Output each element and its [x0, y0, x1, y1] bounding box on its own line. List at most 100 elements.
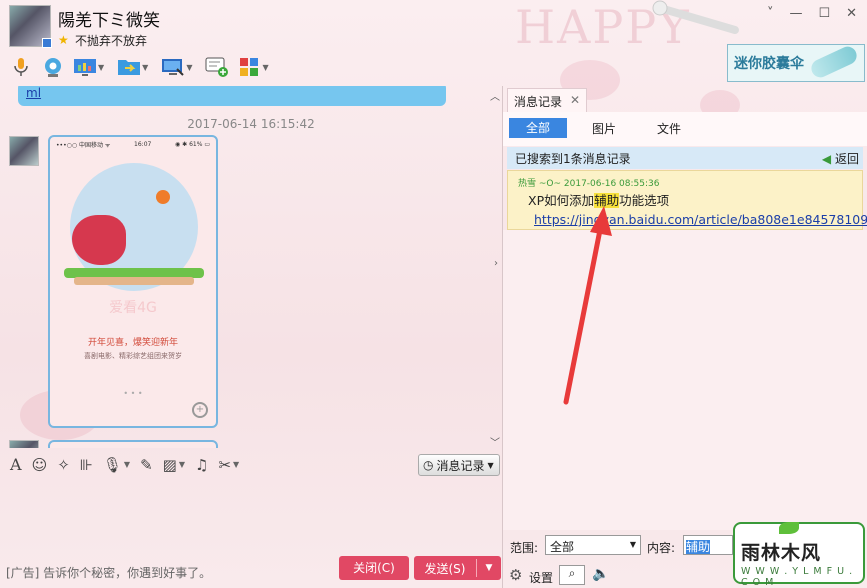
chevron-down-icon[interactable]: ▼ — [262, 63, 268, 72]
decorative-pin-icon — [652, 0, 739, 34]
ad-banner-text: 迷你胶囊伞 — [734, 56, 804, 72]
keyword-highlight: 辅助 — [594, 193, 620, 208]
apps-icon[interactable] — [236, 54, 262, 80]
record-text: XP如何添加辅助功能选项 https://jingyan.baidu.com/ar… — [528, 191, 867, 229]
avatar[interactable] — [9, 440, 39, 448]
range-select[interactable]: 全部 ▼ — [545, 535, 641, 555]
back-arrow-icon: ◀ — [821, 152, 832, 166]
range-value: 全部 — [550, 540, 575, 554]
record-text-after: 功能选项 — [619, 193, 670, 208]
history-label: 消息记录 — [436, 458, 485, 473]
promo-headline: 开年见喜，爆笑迎新年 — [87, 338, 178, 348]
record-meta: 热雪 ~O~ 2017-06-16 08:55:36 — [518, 179, 660, 189]
chat-toolbar: ▼ ▼ ▼ ▼ — [8, 54, 275, 80]
file-transfer-icon[interactable] — [116, 54, 142, 80]
close-button[interactable]: 关闭(C) — [339, 556, 409, 580]
message-link[interactable]: ml — [26, 86, 41, 100]
ground-strip — [74, 277, 194, 285]
site-watermark-logo: 雨林木风 W W W . Y L M F U . C O M — [733, 522, 865, 588]
chevron-down-icon[interactable]: ▼ — [186, 63, 192, 72]
voice-message-icon[interactable]: 🎙 — [103, 456, 122, 474]
search-result-summary: 已搜索到1条消息记录 ◀ 返回 — [507, 147, 863, 169]
remote-desktop-icon[interactable] — [160, 54, 186, 80]
filter-files[interactable]: 文件 — [657, 120, 681, 137]
scroll-down-icon[interactable]: ﹀ — [490, 434, 500, 448]
close-tab-icon[interactable]: ✕ — [570, 93, 580, 108]
settings-label[interactable]: 设置 — [529, 569, 553, 586]
battery-text: ◉ ✱ 61% ▭ — [175, 140, 210, 148]
watermark-url: W W W . Y L M F U . C O M — [741, 566, 854, 588]
keyword-value: 辅助 — [686, 540, 711, 554]
contact-name: 陽羌下ミ微笑 — [58, 11, 160, 31]
carrier-text: •••○○ 中国移动 ᯤ — [56, 141, 111, 149]
message-input[interactable] — [0, 478, 502, 552]
vibrate-icon[interactable]: ⊪ — [80, 456, 93, 474]
history-record[interactable]: 热雪 ~O~ 2017-06-16 08:55:36 XP如何添加辅助功能选项 h… — [507, 170, 867, 230]
microphone-icon[interactable] — [8, 54, 34, 80]
history-filters: 全部 图片 文件 — [503, 112, 867, 146]
chevron-down-icon[interactable]: ▼ — [142, 63, 148, 72]
content-label: 内容: — [647, 541, 676, 555]
magic-wand-icon[interactable]: ✧ — [57, 456, 70, 474]
font-icon[interactable]: A — [10, 455, 22, 474]
keyword-input[interactable]: 辅助 — [683, 535, 733, 555]
message-history-button[interactable]: ◷ 消息记录 ▼ — [418, 454, 500, 476]
zoom-icon[interactable]: + — [192, 402, 208, 418]
capsule-umbrella-icon — [808, 43, 860, 81]
input-toolbar: A ☺ ✧ ⊪ 🎙 ▼ ✎ ▨ ▼ ♫ ✂ ▼ — [10, 455, 239, 474]
maximize-icon[interactable]: ☐ — [818, 6, 830, 21]
promo-subline: 喜剧电影、精彩综艺组团来贺岁 — [84, 352, 182, 360]
scroll-up-icon[interactable]: ︿ — [490, 88, 500, 103]
chevron-down-icon[interactable]: ▼ — [179, 460, 185, 469]
add-chat-icon[interactable] — [204, 54, 230, 80]
message-bubble: ml — [18, 86, 446, 106]
screen-share-icon[interactable] — [72, 54, 98, 80]
speaker-icon[interactable]: 🔈 — [592, 566, 609, 582]
filter-all[interactable]: 全部 — [509, 118, 567, 138]
message-timestamp: 2017-06-14 16:15:42 — [187, 117, 315, 131]
clock-icon: ◷ — [423, 458, 434, 472]
phone-status-bar: •••○○ 中国移动 ᯤ 16:07 ◉ ✱ 61% ▭ — [50, 137, 216, 151]
dropdown-icon[interactable]: ˅ — [767, 6, 774, 21]
record-link[interactable]: https://jingyan.baidu.com/article/ba808e… — [534, 212, 867, 227]
minimize-icon[interactable]: — — [789, 6, 802, 21]
chevron-down-icon: ▼ — [487, 460, 494, 470]
avatar[interactable] — [9, 136, 39, 166]
history-empty-area — [503, 230, 867, 530]
search-icon[interactable]: ⌕ — [559, 565, 585, 585]
leaf-icon — [779, 522, 799, 534]
close-icon[interactable]: ✕ — [846, 6, 857, 21]
umbrella-ad-banner[interactable]: 迷你胶囊伞 — [727, 43, 865, 82]
ad-text[interactable]: [广告] 告诉你个秘密，你遇到好事了。 — [6, 564, 211, 581]
send-options-icon[interactable]: ▼ — [477, 563, 501, 573]
contact-avatar[interactable] — [9, 5, 52, 48]
image-message[interactable] — [48, 440, 218, 448]
sun-icon — [156, 190, 170, 204]
app-watermark-text: 爱看4G — [109, 300, 157, 316]
history-tab-strip: 消息记录 ✕ — [503, 86, 867, 112]
emoji-icon[interactable]: ☺ — [32, 456, 48, 474]
send-button[interactable]: 发送(S) ▼ — [414, 556, 501, 580]
collapse-panel-icon[interactable]: › — [494, 258, 498, 269]
qq-chat-window: HAPPY 陽羌下ミ微笑 ★ 不抛弃不放弃 ˅ — ☐ ✕ ▼ ▼ ▼ ▼ 迷你… — [0, 0, 867, 588]
video-icon[interactable] — [40, 54, 66, 80]
back-button[interactable]: ◀ 返回 — [822, 150, 859, 167]
gear-icon[interactable]: ⚙ — [509, 566, 522, 584]
window-controls: ˅ — ☐ ✕ — [767, 6, 857, 21]
tab-label: 消息记录 — [514, 95, 563, 109]
chevron-down-icon[interactable]: ▼ — [233, 460, 239, 469]
chevron-down-icon[interactable]: ▼ — [124, 460, 130, 469]
tab-message-history[interactable]: 消息记录 ✕ — [507, 88, 587, 112]
music-icon[interactable]: ♫ — [195, 456, 208, 474]
result-count: 已搜索到1条消息记录 — [515, 152, 631, 166]
filter-images[interactable]: 图片 — [592, 120, 616, 137]
chevron-down-icon[interactable]: ▼ — [98, 63, 104, 72]
image-message[interactable]: •••○○ 中国移动 ᯤ 16:07 ◉ ✱ 61% ▭ 爱看4G 开年见喜，爆… — [48, 135, 218, 428]
watermark-title: 雨林木风 — [741, 542, 822, 564]
screenshot-icon[interactable]: ✂ — [218, 456, 231, 474]
send-label: 发送(S) — [424, 561, 466, 576]
image-icon[interactable]: ▨ — [163, 456, 177, 474]
chat-history-pane[interactable]: ml 2017-06-14 16:15:42 •••○○ 中国移动 ᯤ 16:0… — [0, 86, 502, 448]
bird-illustration — [72, 215, 126, 265]
edit-image-icon[interactable]: ✎ — [140, 456, 153, 474]
